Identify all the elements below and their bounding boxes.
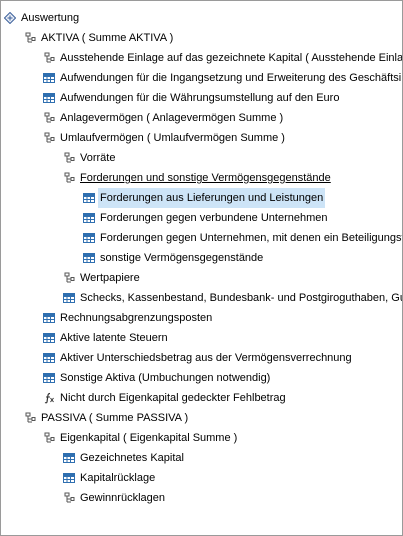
tree-node-label: sonstige Vermögensgegenstände [100,252,264,264]
tree-node[interactable]: Forderungen und sonstige Vermögensgegens… [1,168,402,188]
tree-node[interactable]: Gezeichnetes Kapital [1,448,402,468]
account-icon [63,292,75,304]
root-report-icon [4,12,16,24]
tree-node[interactable]: Rechnungsabgrenzungsposten [1,308,402,328]
tree-node[interactable]: Gewinnrücklagen [1,488,402,508]
tree-node-label: AKTIVA ( Summe AKTIVA ) [41,32,174,44]
tree-node[interactable]: Sonstige Aktiva (Umbuchungen notwendig) [1,368,402,388]
tree-node[interactable]: Umlaufvermögen ( Umlaufvermögen Summe ) [1,128,402,148]
account-icon [83,232,95,244]
tree-node-label: Wertpapiere [80,272,140,284]
report-tree-panel: Auswertung AKTIVA ( Summe AKTIVA ) Aussteh… [0,0,403,536]
tree-node[interactable]: Anlagevermögen ( Anlagevermögen Summe ) [1,108,402,128]
group-icon [24,412,36,424]
account-icon [83,212,95,224]
tree-node-label: Kapitalrücklage [80,472,156,484]
tree-node[interactable]: sonstige Vermögensgegenstände [1,248,402,268]
tree-node-label: Rechnungsabgrenzungsposten [60,312,213,324]
tree-node-label: Vorräte [80,152,116,164]
tree-node[interactable]: Eigenkapital ( Eigenkapital Summe ) [1,428,402,448]
group-icon [63,272,75,284]
tree-node[interactable]: Auswertung [1,8,402,28]
tree-node[interactable]: Aufwendungen für die Ingangsetzung und E… [1,68,402,88]
tree-node[interactable]: AKTIVA ( Summe AKTIVA ) [1,28,402,48]
tree-node-label: Forderungen gegen verbundene Unternehmen [100,212,328,224]
tree-node-label: Aktiver Unterschiedsbetrag aus der Vermö… [60,352,352,364]
tree-node-label: Auswertung [21,12,80,24]
account-icon [43,312,55,324]
tree-node-label: Aktive latente Steuern [60,332,168,344]
tree-node[interactable]: Vorräte [1,148,402,168]
group-icon [63,172,75,184]
tree-node[interactable]: Nicht durch Eigenkapital gedeckter Fehlb… [1,388,402,408]
account-icon [63,472,75,484]
tree-node-label: Ausstehende Einlage auf das gezeichnete … [60,52,403,64]
tree-node-label: Umlaufvermögen ( Umlaufvermögen Summe ) [60,132,285,144]
group-icon [24,32,36,44]
tree-node[interactable]: Aufwendungen für die Währungsumstellung … [1,88,402,108]
tree-node-label: Aufwendungen für die Ingangsetzung und E… [60,72,402,84]
tree-node-label: Forderungen und sonstige Vermögensgegens… [80,172,331,184]
tree-node-label: Eigenkapital ( Eigenkapital Summe ) [60,432,238,444]
tree-node-label: Nicht durch Eigenkapital gedeckter Fehlb… [60,392,286,404]
tree-node-label: Aufwendungen für die Währungsumstellung … [60,92,340,104]
account-icon [43,332,55,344]
account-icon [43,72,55,84]
account-icon [63,452,75,464]
account-icon [83,192,95,204]
tree-node[interactable]: Forderungen aus Lieferungen und Leistung… [1,188,402,208]
tree-node[interactable]: Wertpapiere [1,268,402,288]
tree-node-label: Forderungen aus Lieferungen und Leistung… [98,188,326,208]
group-icon [43,132,55,144]
tree-node[interactable]: Kapitalrücklage [1,468,402,488]
group-icon [63,492,75,504]
tree-node[interactable]: PASSIVA ( Summe PASSIVA ) [1,408,402,428]
tree-node[interactable]: Forderungen gegen verbundene Unternehmen [1,208,402,228]
tree-node[interactable]: Ausstehende Einlage auf das gezeichnete … [1,48,402,68]
tree-node[interactable]: Schecks, Kassenbestand, Bundesbank- und … [1,288,402,308]
tree-node-label: Schecks, Kassenbestand, Bundesbank- und … [80,292,403,304]
tree-node-label: Anlagevermögen ( Anlagevermögen Summe ) [60,112,284,124]
tree-node[interactable]: Aktive latente Steuern [1,328,402,348]
group-icon [43,112,55,124]
group-icon [43,52,55,64]
account-icon [43,352,55,364]
tree-node-label: Gezeichnetes Kapital [80,452,184,464]
tree-node-label: Sonstige Aktiva (Umbuchungen notwendig) [60,372,271,384]
report-tree: Auswertung AKTIVA ( Summe AKTIVA ) Aussteh… [1,8,402,508]
tree-node-label: PASSIVA ( Summe PASSIVA ) [41,412,189,424]
tree-node[interactable]: Aktiver Unterschiedsbetrag aus der Vermö… [1,348,402,368]
tree-node-label: Gewinnrücklagen [80,492,165,504]
account-icon [43,92,55,104]
account-icon [83,252,95,264]
account-icon [43,372,55,384]
group-icon [43,432,55,444]
group-icon [63,152,75,164]
formula-icon [43,392,55,404]
tree-node-label: Forderungen gegen Unternehmen, mit denen… [100,232,403,244]
tree-node[interactable]: Forderungen gegen Unternehmen, mit denen… [1,228,402,248]
